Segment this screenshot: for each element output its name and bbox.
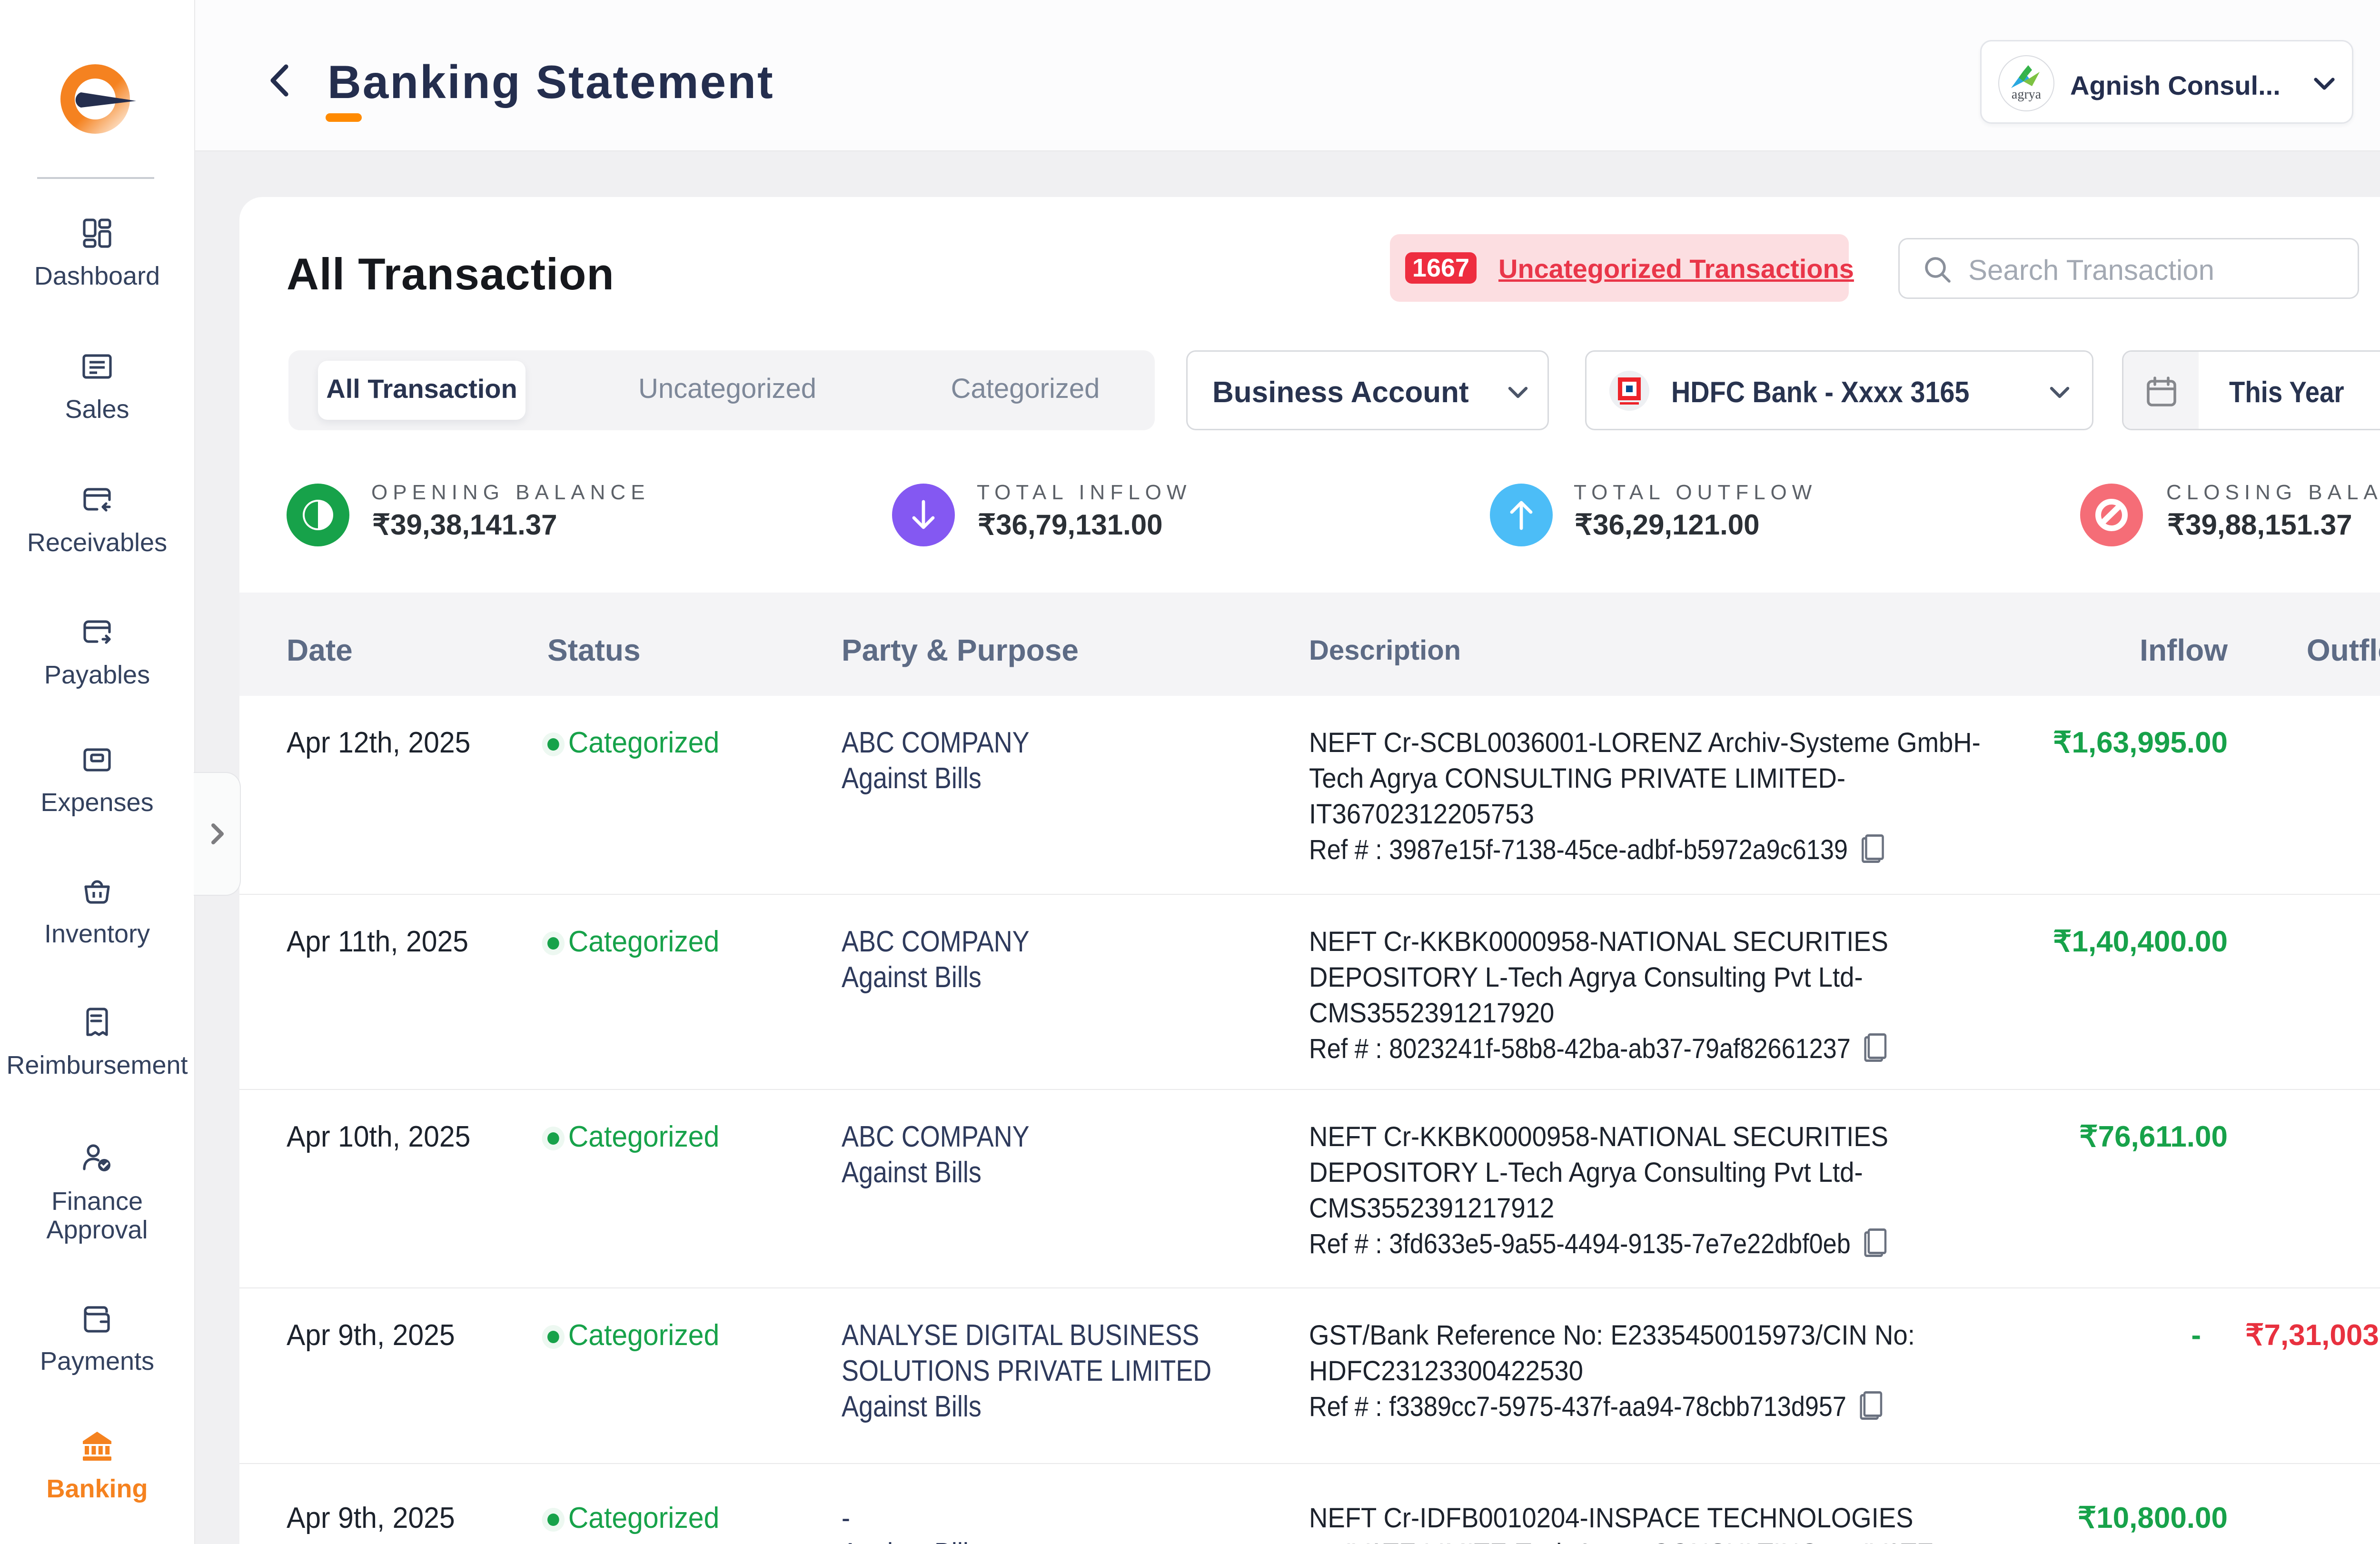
svg-text:agrya: agrya [2012, 87, 2042, 102]
